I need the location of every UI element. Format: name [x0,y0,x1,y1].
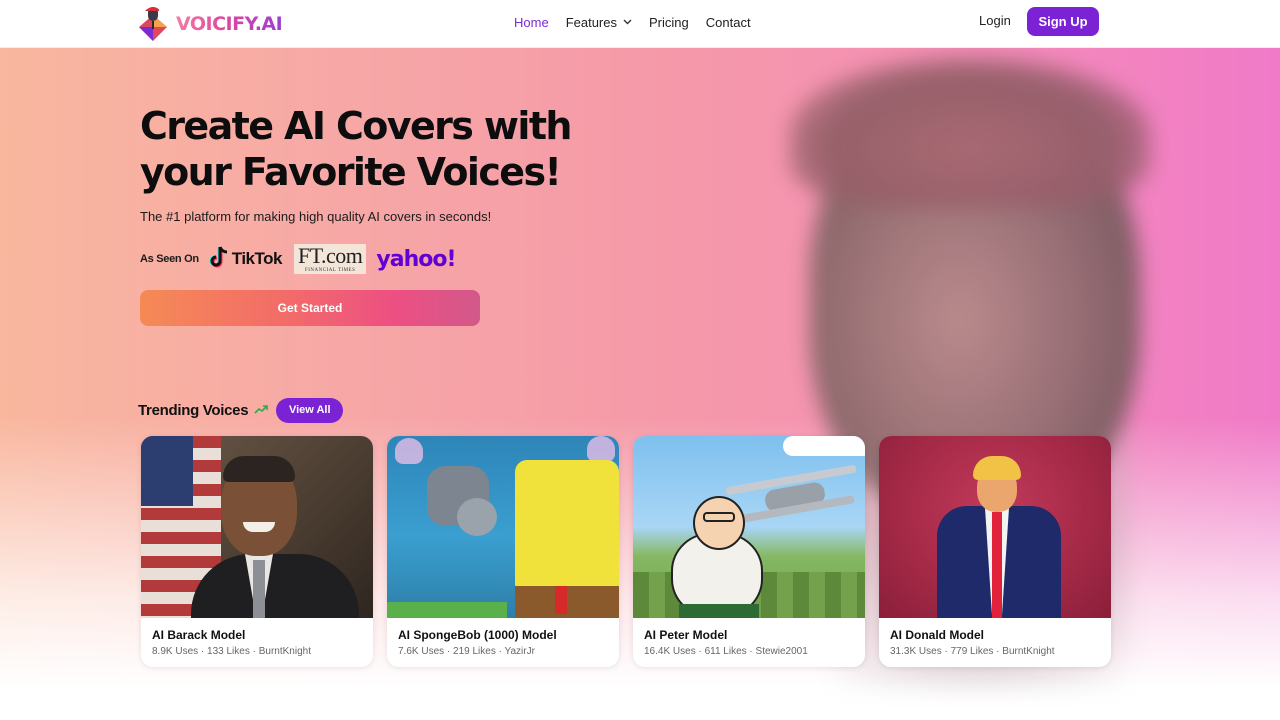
top-navigation: VOICIFY.AI Home Features Pricing Contact… [0,0,1280,48]
as-seen-on-label: As Seen On [140,253,199,265]
voice-card-title: AI Barack Model [152,628,246,642]
voice-card-spongebob[interactable]: AI SpongeBob (1000) Model 7.6K Uses · 21… [387,436,619,667]
trending-voices-list: AI Barack Model 8.9K Uses · 133 Likes · … [141,436,1125,667]
nav-features[interactable]: Features [566,15,632,30]
voice-card-meta: 8.9K Uses · 133 Likes · BurntKnight [152,646,311,657]
trending-title: Trending Voices [138,401,249,419]
hero-title-line-2: your Favorite Voices! [140,150,562,194]
ft-logo: FT.com FINANCIAL TIMES [293,243,367,274]
hero-title-line-1: Create AI Covers with [140,104,572,148]
hero-section: Create AI Covers with your Favorite Voic… [0,48,1280,720]
voice-card-image [879,436,1111,618]
voice-card-title: AI Donald Model [890,628,984,642]
voice-card-meta: 16.4K Uses · 611 Likes · Stewie2001 [644,646,808,657]
signup-button[interactable]: Sign Up [1027,7,1099,36]
as-seen-on-row: As Seen On TikTok FT.com FINANCIAL TIMES… [140,242,457,276]
tiktok-icon [209,246,229,272]
microphone-logo-icon [136,5,170,43]
tiktok-logo: TikTok [209,246,282,272]
brand-logo[interactable]: VOICIFY.AI [136,4,283,44]
voice-card-image [141,436,373,618]
voice-card-title: AI Peter Model [644,628,728,642]
nav-home[interactable]: Home [514,15,549,30]
nav-links: Home Features Pricing Contact [514,0,768,44]
get-started-button[interactable]: Get Started [140,290,480,326]
voice-card-barack[interactable]: AI Barack Model 8.9K Uses · 133 Likes · … [141,436,373,667]
voice-card-image [387,436,619,618]
yahoo-logo: yahoo! [376,246,456,272]
chevron-down-icon [623,17,632,28]
voice-card-image [633,436,865,618]
brand-name: VOICIFY.AI [176,13,283,35]
voice-card-meta: 31.3K Uses · 779 Likes · BurntKnight [890,646,1055,657]
nav-contact[interactable]: Contact [706,15,751,30]
hero-subtitle: The #1 platform for making high quality … [140,209,492,224]
voice-card-meta: 7.6K Uses · 219 Likes · YazirJr [398,646,535,657]
tiktok-wordmark: TikTok [231,249,283,268]
voice-card-donald[interactable]: AI Donald Model 31.3K Uses · 779 Likes ·… [879,436,1111,667]
nav-features-label: Features [565,14,617,30]
hero-title: Create AI Covers with your Favorite Voic… [140,103,600,195]
voice-card-peter[interactable]: AI Peter Model 16.4K Uses · 611 Likes · … [633,436,865,667]
ft-wordmark: FT.com [297,243,363,268]
trending-header: Trending Voices View All [138,397,344,423]
voice-card-title: AI SpongeBob (1000) Model [398,628,557,642]
ft-subtext: FINANCIAL TIMES [304,268,356,273]
nav-pricing[interactable]: Pricing [649,15,689,30]
login-link[interactable]: Login [979,13,1011,28]
view-all-button[interactable]: View All [276,397,344,423]
trending-up-icon [254,401,269,419]
